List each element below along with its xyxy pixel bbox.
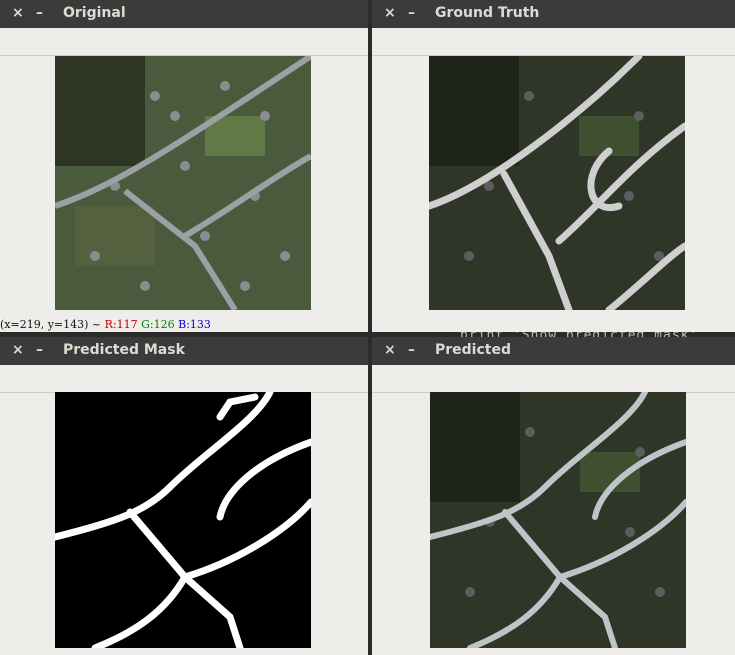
minimize-icon[interactable]: – — [408, 342, 415, 358]
window-title: Original — [63, 5, 126, 21]
window-ground-truth[interactable]: × – Ground Truth — [372, 0, 735, 332]
toolbar — [372, 365, 735, 393]
window-title: Ground Truth — [435, 5, 540, 21]
blue-value: B:133 — [178, 318, 211, 331]
window-original[interactable]: × – Original (x=219, y=143) ~ R:117 G:12… — [0, 0, 368, 332]
red-value: R:117 — [104, 318, 138, 331]
window-title: Predicted — [435, 342, 511, 358]
minimize-icon[interactable]: – — [36, 342, 43, 358]
pixel-status-bar: (x=219, y=143) ~ R:117 G:126 B:133 — [0, 318, 211, 331]
close-icon[interactable]: × — [384, 342, 396, 358]
predicted-mask-image[interactable] — [55, 392, 311, 648]
toolbar — [0, 28, 368, 56]
titlebar[interactable]: × – Predicted — [372, 337, 735, 365]
ground-truth-overlay-image[interactable] — [429, 56, 685, 310]
window-title: Predicted Mask — [63, 342, 185, 358]
window-predicted[interactable]: × – Predicted — [372, 337, 735, 655]
predicted-overlay-image[interactable] — [430, 392, 686, 648]
aerial-image[interactable] — [55, 56, 311, 310]
titlebar[interactable]: × – Ground Truth — [372, 0, 735, 28]
close-icon[interactable]: × — [12, 5, 24, 21]
close-icon[interactable]: × — [12, 342, 24, 358]
coord-readout: (x=219, y=143) ~ — [0, 318, 105, 331]
green-value: G:126 — [141, 318, 175, 331]
minimize-icon[interactable]: – — [408, 5, 415, 21]
window-predicted-mask[interactable]: × – Predicted Mask — [0, 337, 368, 655]
close-icon[interactable]: × — [384, 5, 396, 21]
titlebar[interactable]: × – Predicted Mask — [0, 337, 368, 365]
toolbar — [372, 28, 735, 56]
toolbar — [0, 365, 368, 393]
titlebar[interactable]: × – Original — [0, 0, 368, 28]
minimize-icon[interactable]: – — [36, 5, 43, 21]
